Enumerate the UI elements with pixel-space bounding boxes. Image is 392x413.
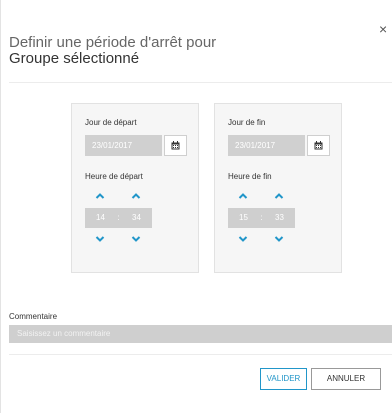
end-minute-input[interactable]: 33 xyxy=(264,208,295,228)
dialog-title: Definir une période d'arrêt pour xyxy=(9,34,217,51)
start-hour-down-chevron-down-icon[interactable] xyxy=(95,235,105,245)
calendar-icon xyxy=(171,141,180,150)
header-divider xyxy=(9,82,392,83)
validate-button[interactable]: VALIDER xyxy=(260,368,307,390)
end-calendar-button[interactable] xyxy=(307,135,330,156)
start-date-label: Jour de départ xyxy=(85,118,137,127)
end-date-label: Jour de fin xyxy=(228,118,266,127)
downtime-dialog: × Definir une période d'arrêt pour Group… xyxy=(0,0,392,413)
footer-divider xyxy=(9,354,392,355)
comment-input[interactable] xyxy=(9,325,392,343)
end-hour-input[interactable]: 15 xyxy=(228,208,259,228)
end-time-label: Heure de fin xyxy=(228,172,272,181)
end-date-input[interactable]: 23/01/2017 xyxy=(228,135,305,156)
start-minute-up-chevron-up-icon[interactable] xyxy=(131,192,141,202)
close-icon[interactable]: × xyxy=(379,22,387,36)
end-minute-down-chevron-down-icon[interactable] xyxy=(274,235,284,245)
start-minute-input[interactable]: 34 xyxy=(121,208,152,228)
dialog-subtitle: Groupe sélectionné xyxy=(9,50,140,67)
calendar-icon xyxy=(314,141,323,150)
start-panel: Jour de départ 23/01/2017 Heure de dépar… xyxy=(71,103,199,273)
end-hour-down-chevron-down-icon[interactable] xyxy=(238,235,248,245)
end-panel: Jour de fin 23/01/2017 Heure de fin 15 :… xyxy=(214,103,342,273)
start-hour-up-chevron-up-icon[interactable] xyxy=(95,192,105,202)
comment-label: Commentaire xyxy=(9,312,58,321)
cancel-button[interactable]: ANNULER xyxy=(311,368,381,390)
start-time-label: Heure de départ xyxy=(85,172,143,181)
end-hour-up-chevron-up-icon[interactable] xyxy=(238,192,248,202)
start-hour-input[interactable]: 14 xyxy=(85,208,116,228)
start-date-input[interactable]: 23/01/2017 xyxy=(85,135,162,156)
start-minute-down-chevron-down-icon[interactable] xyxy=(131,235,141,245)
start-calendar-button[interactable] xyxy=(164,135,187,156)
end-minute-up-chevron-up-icon[interactable] xyxy=(274,192,284,202)
